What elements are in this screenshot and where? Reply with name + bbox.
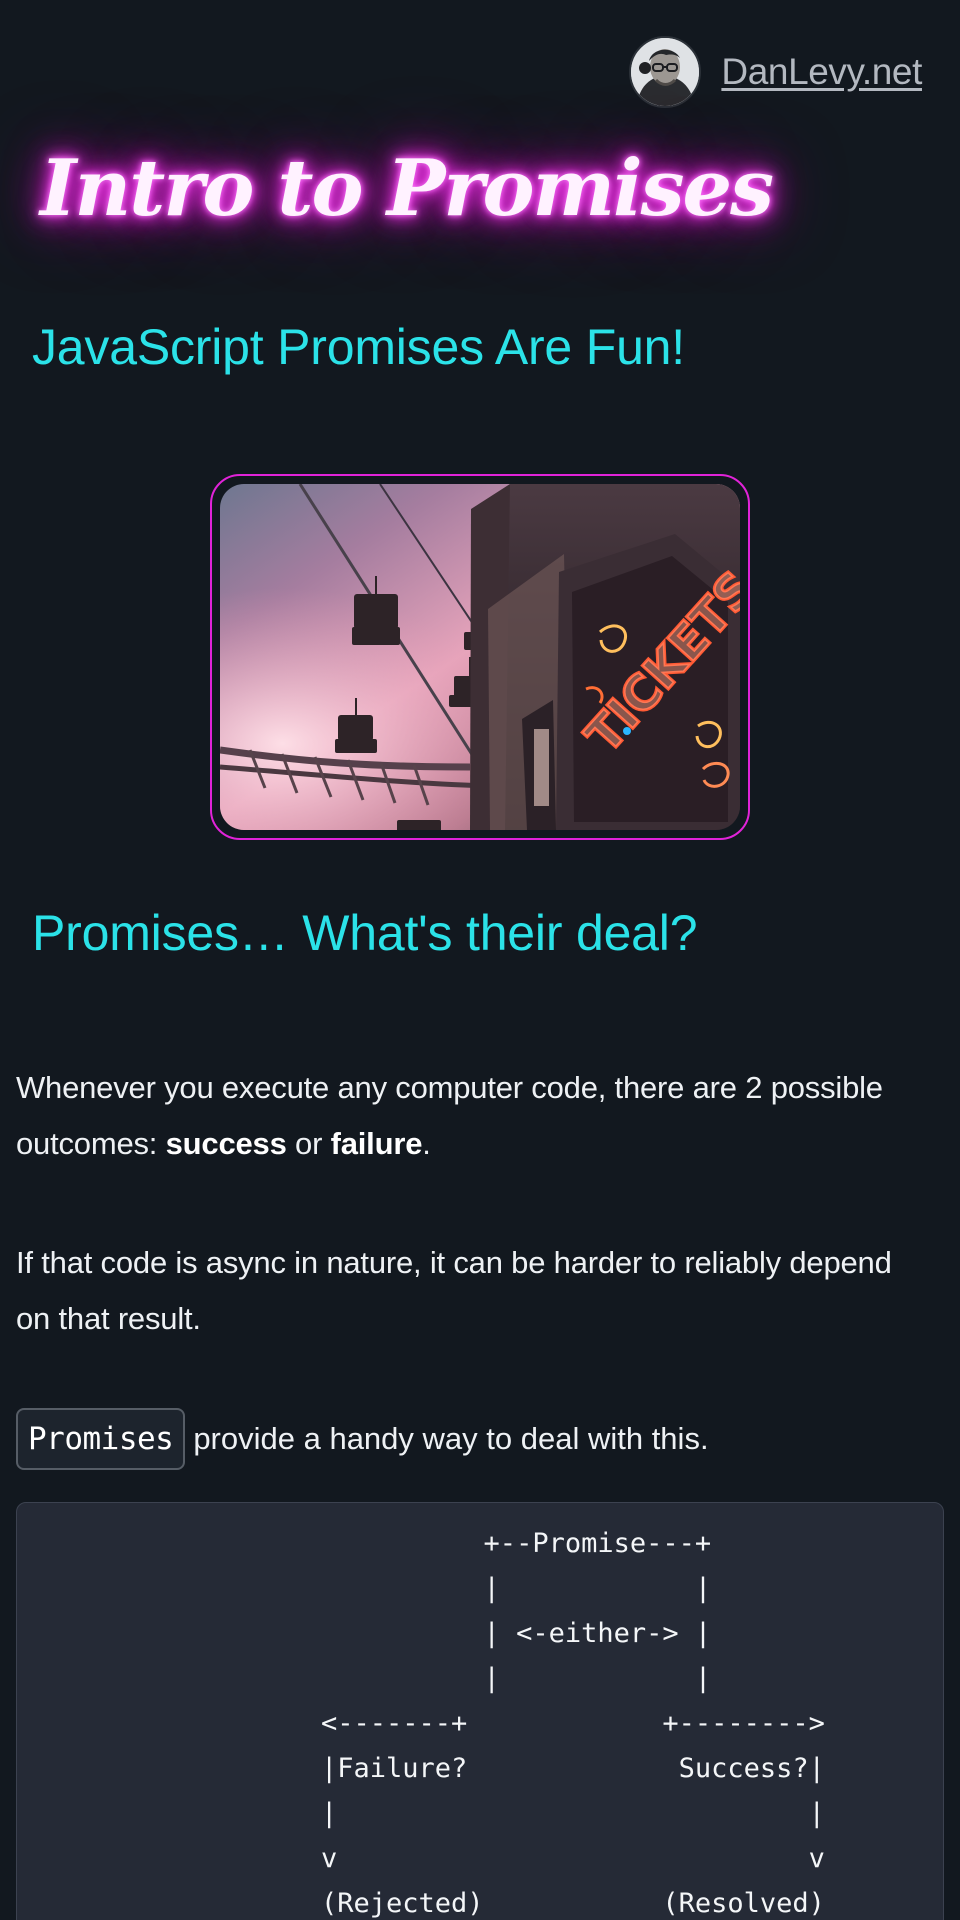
site-header: DanLevy.net — [629, 36, 922, 108]
promises-explanation: Promises provide a handy way to deal wit… — [16, 1408, 709, 1470]
failure-text: failure — [330, 1126, 423, 1161]
page-title: Intro to Promises — [40, 143, 774, 234]
intro-paragraph-period: . — [422, 1126, 431, 1161]
promises-article-page: DanLevy.net Intro to Promises JavaScript… — [0, 0, 960, 1920]
page-subtitle: JavaScript Promises Are Fun! — [32, 319, 685, 375]
async-paragraph: If that code is async in nature, it can … — [16, 1245, 892, 1336]
promises-inline-code: Promises — [16, 1408, 186, 1470]
promise-ascii-diagram: +--Promise---+ | | | <-either-> | | | <-… — [321, 1528, 825, 1919]
success-text: success — [165, 1126, 287, 1161]
site-home-link[interactable]: DanLevy.net — [721, 51, 922, 93]
promises-explanation-text: provide a handy way to deal with this. — [193, 1421, 709, 1456]
hero-image-frame: TICKETS TICKETS — [210, 474, 750, 840]
promise-ascii-diagram-code-block: +--Promise---+ | | | <-either-> | | | <-… — [16, 1502, 944, 1920]
intro-paragraph: Whenever you execute any computer code, … — [16, 1060, 896, 1172]
author-photo-icon — [631, 38, 700, 106]
section-heading: Promises… What's their deal? — [32, 905, 698, 961]
fairground-photo-illustration: TICKETS TICKETS — [220, 484, 740, 830]
author-avatar[interactable] — [629, 36, 702, 108]
intro-paragraph-start: Whenever you execute any computer code, … — [16, 1070, 883, 1161]
intro-paragraph-middle: or — [286, 1126, 331, 1161]
fairground-image: TICKETS TICKETS — [220, 484, 740, 830]
